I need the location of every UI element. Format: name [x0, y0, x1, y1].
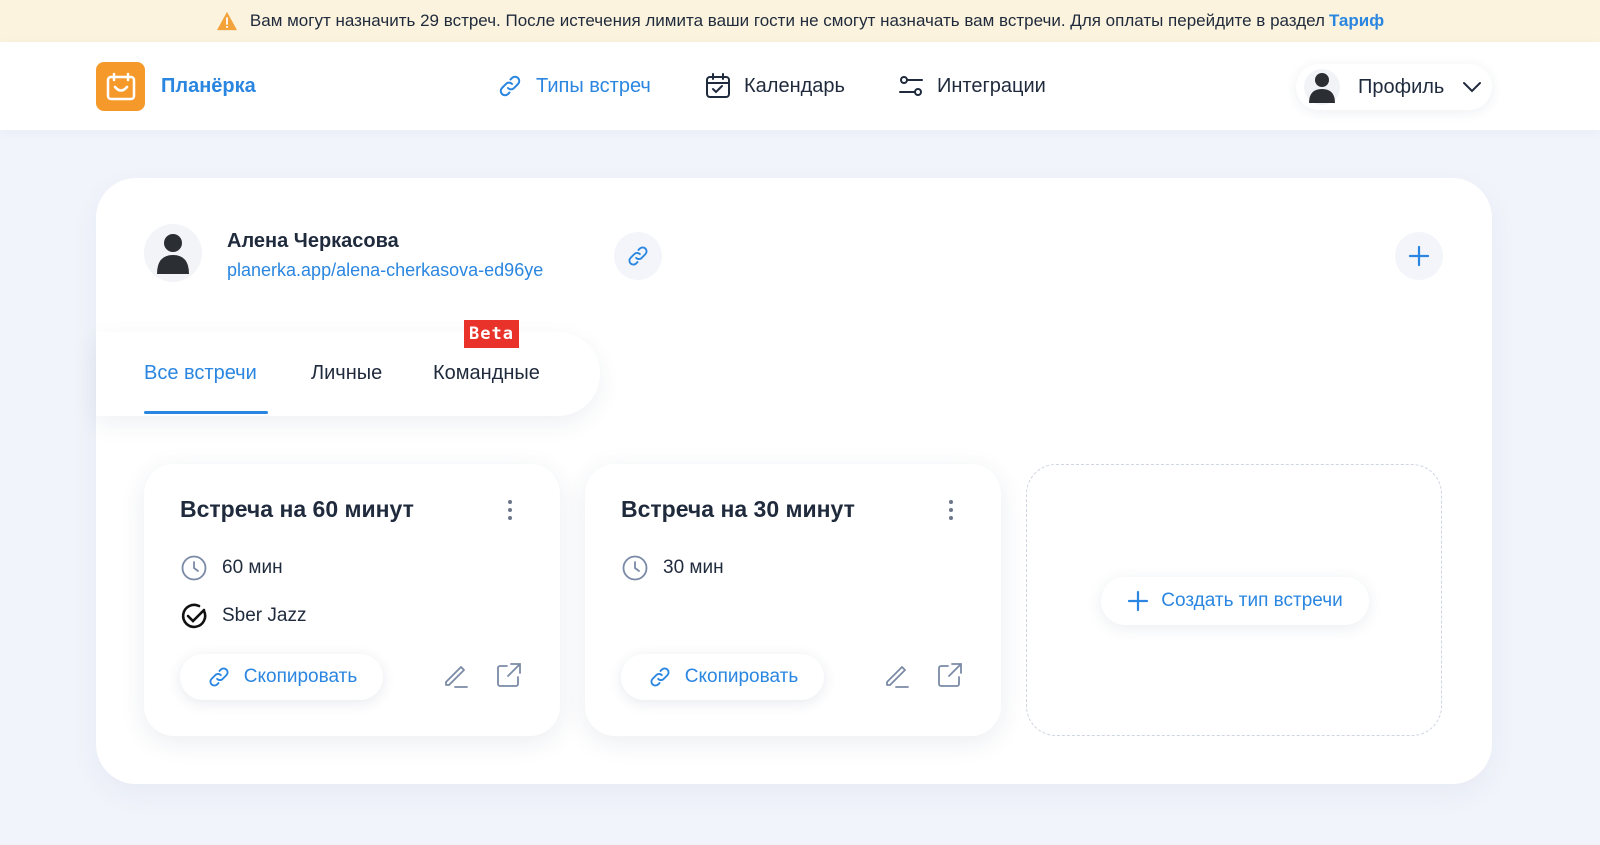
copy-label: Скопировать: [243, 666, 358, 687]
profile-menu[interactable]: Профиль: [1296, 64, 1492, 110]
calendar-icon: [706, 73, 730, 98]
tab-personal[interactable]: Личные: [311, 362, 382, 385]
clock-icon: [181, 555, 207, 581]
duration-text: 60 мин: [222, 557, 283, 578]
link-icon: [209, 667, 229, 687]
nav-label: Календарь: [744, 74, 845, 97]
meeting-duration: 60 мин: [180, 554, 283, 582]
logo-text: Планёрка: [161, 75, 256, 97]
avatar: [1304, 69, 1340, 105]
duration-text: 30 мин: [663, 557, 724, 578]
meeting-type-card[interactable]: Встреча на 30 минут 30 мин Скопировать: [585, 464, 1001, 736]
create-label: Создать тип встречи: [1161, 590, 1343, 611]
user-name: Алена Черкасова: [227, 230, 399, 252]
link-icon: [650, 667, 670, 687]
nav-label: Типы встреч: [536, 74, 651, 97]
clock-icon: [622, 555, 648, 581]
copy-link-button[interactable]: Скопировать: [621, 654, 824, 700]
tab-team[interactable]: Командные: [433, 362, 540, 385]
limit-banner: Вам могут назначить 29 встреч. После ист…: [0, 0, 1600, 42]
link-icon: [499, 75, 521, 97]
meeting-integration: Sber Jazz: [180, 602, 306, 630]
meeting-types-panel: Алена Черкасова planerka.app/alena-cherk…: [96, 178, 1492, 784]
nav-meeting-types[interactable]: Типы встреч: [496, 72, 651, 100]
edit-icon[interactable]: [882, 660, 912, 690]
more-options-icon[interactable]: [943, 498, 959, 522]
active-tab-indicator: [144, 411, 268, 414]
profile-label: Профиль: [1358, 75, 1445, 98]
plus-icon: [1128, 590, 1149, 612]
user-avatar: [144, 224, 202, 282]
create-meeting-type-card: Создать тип встречи: [1026, 464, 1442, 736]
external-link-icon[interactable]: [935, 660, 965, 690]
copy-profile-link-button[interactable]: [614, 232, 662, 280]
tariff-link[interactable]: Тариф: [1329, 11, 1384, 31]
nav-calendar[interactable]: Календарь: [704, 72, 845, 100]
create-meeting-type-button[interactable]: Создать тип встречи: [1101, 577, 1369, 625]
logo[interactable]: Планёрка: [96, 62, 256, 111]
nav-label: Интеграции: [937, 74, 1046, 97]
user-icon: [1309, 73, 1335, 103]
chevron-down-icon: [1463, 82, 1482, 93]
logo-calendar-icon: [96, 62, 145, 111]
meeting-duration: 30 мин: [621, 554, 724, 582]
meeting-title: Встреча на 30 минут: [621, 496, 855, 522]
sber-jazz-icon: [181, 603, 207, 629]
integration-text: Sber Jazz: [222, 605, 307, 626]
warning-icon: [216, 11, 237, 31]
top-navigation: Планёрка Типы встреч Календарь Интеграци…: [0, 42, 1600, 130]
meeting-title: Встреча на 60 минут: [180, 496, 414, 522]
sliders-icon: [899, 76, 923, 96]
meeting-type-card[interactable]: Встреча на 60 минут 60 мин Sber Jazz Ско…: [144, 464, 560, 736]
copy-link-button[interactable]: Скопировать: [180, 654, 383, 700]
link-icon: [628, 246, 648, 266]
more-options-icon[interactable]: [502, 498, 518, 522]
tab-all-meetings[interactable]: Все встречи: [144, 362, 257, 385]
edit-icon[interactable]: [441, 660, 471, 690]
nav-integrations[interactable]: Интеграции: [897, 72, 1046, 100]
user-booking-link[interactable]: planerka.app/alena-cherkasova-ed96ye: [227, 260, 543, 281]
beta-badge: Beta: [464, 320, 519, 348]
banner-text: Вам могут назначить 29 встреч. После ист…: [249, 11, 1325, 30]
copy-label: Скопировать: [684, 666, 799, 687]
meeting-filter-tabs: Все встречи Личные Командные: [96, 332, 600, 416]
user-icon: [157, 234, 189, 274]
add-meeting-type-button[interactable]: [1395, 232, 1443, 280]
plus-icon: [1408, 245, 1430, 267]
external-link-icon[interactable]: [494, 660, 524, 690]
